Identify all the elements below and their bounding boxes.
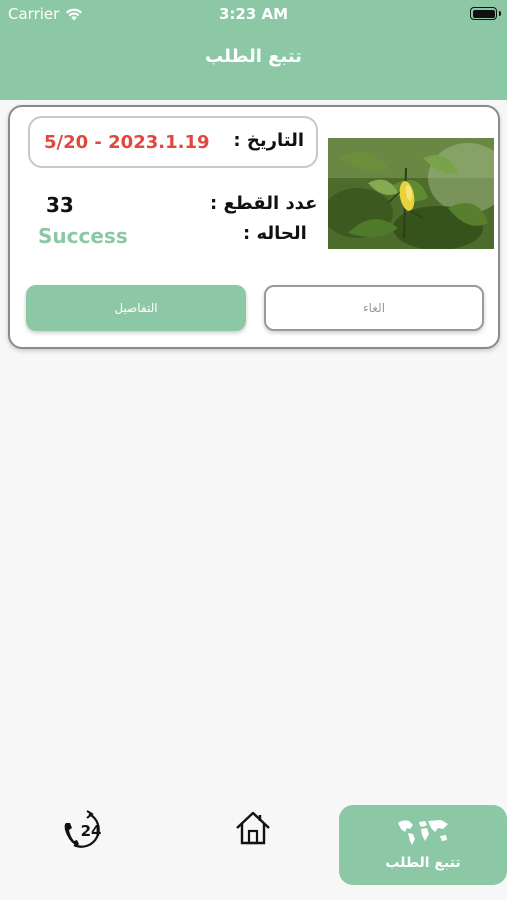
quantity-label: عدد القطع :: [210, 193, 318, 214]
date-label: التاريخ :: [233, 130, 304, 151]
date-box: التاريخ : 5/20 - 2023.1.19: [28, 116, 318, 168]
status-label: الحاله :: [243, 223, 307, 244]
status-bar: Carrier 3:23 AM: [0, 0, 507, 28]
details-button[interactable]: التفاصيل: [26, 285, 246, 331]
phone-24-icon: 24: [64, 810, 102, 848]
cancel-button[interactable]: الغاء: [264, 285, 484, 331]
world-map-icon: [398, 820, 448, 845]
tab-home[interactable]: [234, 809, 272, 847]
product-image: [328, 138, 494, 249]
svg-text:24: 24: [81, 822, 102, 840]
header-bar: Carrier 3:23 AM تتبع الطلب: [0, 0, 507, 100]
quantity-value: 33: [46, 193, 74, 217]
home-icon: [236, 811, 270, 845]
status-time: 3:23 AM: [218, 5, 289, 23]
date-value: 5/20 - 2023.1.19: [44, 132, 210, 153]
tab-order-tracking-label: تتبع الطلب: [385, 855, 461, 871]
status-value: Success: [38, 224, 128, 248]
page-title: تتبع الطلب: [205, 46, 302, 67]
tab-support[interactable]: 24: [62, 810, 108, 852]
battery-icon: [470, 7, 501, 20]
order-card: التاريخ : 5/20 - 2023.1.19 عدد القطع : 3…: [8, 105, 500, 349]
tab-order-tracking[interactable]: تتبع الطلب: [339, 805, 507, 885]
tab-bar: 24 تتبع الطلب: [0, 800, 507, 900]
